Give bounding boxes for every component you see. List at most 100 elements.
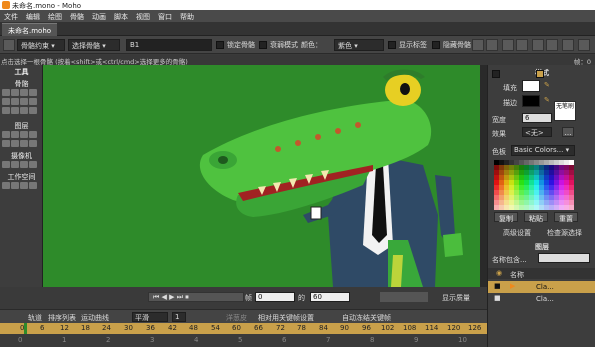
status-hint-bar: 点击选择一根骨骼 (按着<shift>或<ctrl/cmd>选择更多的骨骼) 帧… <box>0 55 595 66</box>
bone-tools-row-2[interactable] <box>2 98 42 106</box>
layer-expand-icon[interactable]: ▶ <box>510 282 515 290</box>
track-number: 6 <box>282 336 287 344</box>
layer-visibility-icon[interactable]: ■ <box>494 294 501 302</box>
frame-number: 54 <box>211 324 220 332</box>
bone-option-icon-5[interactable] <box>532 39 544 51</box>
timeline-track-area[interactable]: 0 1 2 3 4 5 6 7 8 9 10 <box>0 334 487 347</box>
fill-eyedropper-icon[interactable]: ✎ <box>544 81 550 89</box>
bone-option-icon-6[interactable] <box>546 39 558 51</box>
track-number: 2 <box>106 336 111 344</box>
invisible-mode-checkbox[interactable] <box>259 41 267 49</box>
document-tab[interactable]: 未命名.moho <box>2 23 58 36</box>
frame-number: 102 <box>381 324 395 332</box>
canvas-viewport[interactable] <box>43 65 487 287</box>
palette-dropdown[interactable]: Basic Colors... ▾ <box>511 145 575 156</box>
tools-section-bone: 骨骼 <box>14 80 29 88</box>
effect-label: 效果 <box>492 130 506 138</box>
stroke-eyedropper-icon[interactable]: ✎ <box>544 96 550 104</box>
layer-filter-input[interactable] <box>538 253 590 263</box>
layer-visibility-icon[interactable]: ■ <box>494 282 501 290</box>
tools-panel-title: 工具 <box>14 68 29 76</box>
layers-panel-title: 图层 <box>535 243 549 251</box>
reset-style-button[interactable]: 重置 <box>554 212 578 223</box>
select-bone-dropdown[interactable]: 选择骨骼 ▾ <box>68 39 120 51</box>
advanced-checkbox[interactable] <box>492 70 500 78</box>
fill-color-swatch[interactable] <box>522 80 540 92</box>
frame-number: 18 <box>81 324 90 332</box>
tab-sequencer[interactable]: 排序列表 <box>48 313 76 323</box>
bone-option-icon-3[interactable] <box>502 39 514 51</box>
bone-tools-row-3[interactable] <box>2 107 42 115</box>
bone-option-icon-1[interactable] <box>472 39 484 51</box>
frame-number: 48 <box>189 324 198 332</box>
track-number: 7 <box>326 336 331 344</box>
frame-number: 6 <box>40 324 45 332</box>
workspace-tools-row[interactable] <box>2 182 42 190</box>
copy-style-button[interactable]: 复制 <box>494 212 518 223</box>
hide-bones-checkbox[interactable] <box>432 41 440 49</box>
layer-row[interactable]: ■ ▶ Cla... <box>488 281 595 293</box>
view-toggle-icons[interactable] <box>380 292 428 302</box>
layer-tools-row-2[interactable] <box>2 140 42 148</box>
tools-panel: 工具 骨骼 图层 摄像机 工作空间 <box>0 65 43 287</box>
frame-number: 90 <box>340 324 349 332</box>
frame-number: 84 <box>319 324 328 332</box>
tools-section-camera: 摄像机 <box>11 152 32 160</box>
width-label: 宽度 <box>492 116 506 124</box>
layer-row[interactable]: ■ Cla... <box>488 293 595 305</box>
frame-number: 66 <box>254 324 263 332</box>
playback-icons: ⏮ ◀ ▶ ⏭ ⏹ <box>153 293 189 301</box>
frame-number: 0 <box>20 324 25 332</box>
onion-skin-label: 洋葱皮 <box>226 314 247 322</box>
paste-style-button[interactable]: 粘贴 <box>524 212 548 223</box>
frame-number: 114 <box>425 324 439 332</box>
show-labels-checkbox[interactable] <box>388 41 396 49</box>
frame-number: 108 <box>403 324 417 332</box>
timeline-ruler[interactable]: 0 6 12 18 24 30 36 42 48 54 60 66 72 78 … <box>0 323 487 334</box>
no-brush-button[interactable]: 无笔刷 <box>554 101 576 121</box>
bone-bind-dropdown[interactable]: 骨骼约束 ▾ <box>17 39 65 51</box>
stroke-label: 描边 <box>503 99 517 107</box>
bone-option-icon-8[interactable] <box>578 39 590 51</box>
layer-filter-label: 名称包含... <box>492 256 527 264</box>
bone-option-icon-4[interactable] <box>516 39 528 51</box>
color-palette-grid[interactable] <box>494 160 574 210</box>
interval-dropdown[interactable]: 1 <box>172 312 186 322</box>
bone-option-icon-7[interactable] <box>562 39 574 51</box>
effect-dropdown[interactable]: <无> <box>522 127 552 137</box>
tools-section-workspace: 工作空间 <box>7 173 36 181</box>
palette-value: Basic Colors... <box>514 146 564 154</box>
effect-more-button[interactable]: … <box>562 127 574 137</box>
check-source-label: 检查源选择 <box>547 229 582 237</box>
total-frames-input[interactable]: 60 <box>310 292 350 302</box>
bone-tools-row-1[interactable] <box>2 89 42 97</box>
auto-freeze-label: 自动冻结关键帧 <box>342 314 391 322</box>
invisible-mode-label: 衰弱模式 <box>270 41 298 49</box>
camera-tools-row[interactable] <box>2 161 42 169</box>
width-input[interactable]: 6 <box>522 113 552 123</box>
interpolation-dropdown[interactable]: 平滑 <box>132 312 168 322</box>
check-source-checkbox[interactable] <box>536 70 544 78</box>
layer-tools-row-1[interactable] <box>2 131 42 139</box>
color-dropdown[interactable]: 紫色 ▾ <box>334 39 384 51</box>
tab-graph[interactable]: 运动曲线 <box>81 313 109 323</box>
lock-bone-checkbox[interactable] <box>216 41 224 49</box>
stroke-color-swatch[interactable] <box>522 95 540 107</box>
style-panel: 样式 填充 ✎ 描边 ✎ 无笔刷 宽度 6 效果 <无> … 色板 Basic … <box>487 65 595 347</box>
transport-bar: ⏮ ◀ ▶ ⏭ ⏹ 帧 0 的 60 显示质量 <box>0 291 487 303</box>
tab-channels[interactable]: 轨道 <box>28 313 42 323</box>
app-icon <box>2 1 10 9</box>
palette-swatch[interactable] <box>569 205 574 210</box>
frame-number: 96 <box>362 324 371 332</box>
current-frame-input[interactable]: 0 <box>255 292 295 302</box>
bone-option-icon-2[interactable] <box>486 39 498 51</box>
show-labels-label: 显示标签 <box>399 41 427 49</box>
track-number: 4 <box>194 336 199 344</box>
track-number: 8 <box>370 336 375 344</box>
canvas-vertical-scrollbar[interactable] <box>480 65 487 287</box>
bone-name-input[interactable]: B1 <box>126 39 212 51</box>
layer-name: Cla... <box>536 295 554 303</box>
select-bone-label: 选择骨骼 <box>72 42 100 50</box>
playback-controls[interactable]: ⏮ ◀ ▶ ⏭ ⏹ <box>148 292 244 302</box>
bone-tool-icon[interactable] <box>3 39 15 51</box>
